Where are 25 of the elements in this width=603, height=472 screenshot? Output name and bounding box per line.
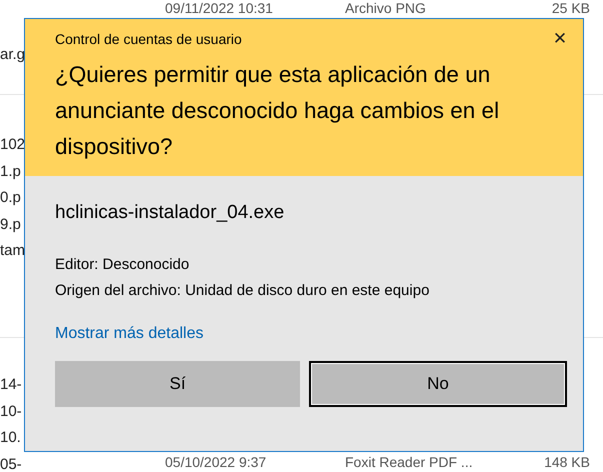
file-size: 148 KB xyxy=(543,454,590,470)
yes-button[interactable]: Sí xyxy=(55,361,300,407)
file-name: 10. xyxy=(0,428,21,448)
no-button[interactable]: No xyxy=(309,361,567,407)
dialog-title: Control de cuentas de usuario xyxy=(55,31,242,47)
detail-text: Editor: Desconocido xyxy=(55,255,190,275)
file-name: 0.p xyxy=(0,188,21,208)
file-name: 1.p xyxy=(0,162,21,182)
file-name: tam xyxy=(0,241,26,261)
file-name: 05- xyxy=(0,454,22,472)
file-name: 9.p xyxy=(0,214,21,234)
file-name: ar.g xyxy=(0,45,26,65)
file-name: 102 xyxy=(0,135,26,155)
file-date: 05/10/2022 9:37 xyxy=(165,454,268,470)
file-name: 14- xyxy=(0,375,22,395)
file-name: 10- xyxy=(0,402,22,422)
detail-text: Origen del archivo: Unidad de disco duro en este equipo xyxy=(55,281,430,301)
file-size: 25 KB xyxy=(550,0,590,16)
file-date: 09/11/2022 10:31 xyxy=(165,0,274,16)
program-name: hclinicas-instalador_04.exe xyxy=(55,202,286,224)
close-button[interactable]: ✕ xyxy=(547,26,573,52)
dialog-question: ¿Quieres permitir que esta aplicación de un anunciante desconocido haga cambios en el dispositivo? xyxy=(55,61,500,161)
details-link[interactable]: Mostrar más detalles xyxy=(55,325,204,343)
file-type: Archivo PNG xyxy=(345,0,427,16)
file-type: Foxit Reader PDF ... xyxy=(345,454,474,470)
